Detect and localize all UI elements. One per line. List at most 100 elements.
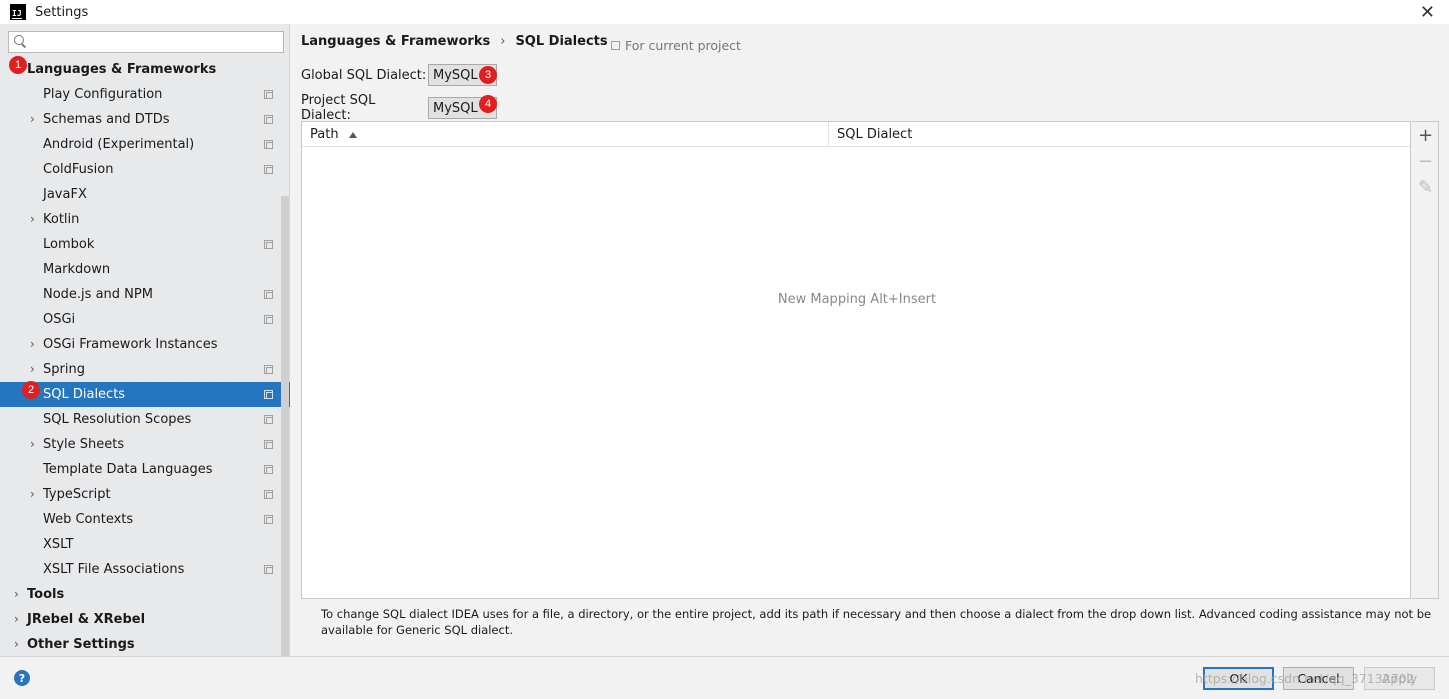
tree-item-label: XSLT [43,537,74,552]
project-dialect-row: Project SQL Dialect: MySQL [301,93,497,123]
project-scope-icon [264,515,273,524]
chevron-right-icon[interactable]: › [14,588,22,600]
tree-item-label: JavaFX [43,187,87,202]
tree-item-label: Style Sheets [43,437,125,452]
tree-item-sql-resolution-scopes[interactable]: SQL Resolution Scopes [0,407,280,432]
for-current-project-note: For current project [611,38,741,53]
title-bar: IJ Settings ✕ [0,0,1449,24]
breadcrumb-separator: › [500,34,506,49]
table-header: Path SQL Dialect [302,122,1410,147]
tree-item-markdown[interactable]: Markdown [0,257,280,282]
tree-item-sql-dialects[interactable]: SQL Dialects 2 [0,381,290,407]
tree-item-tools[interactable]: › Tools [0,582,280,607]
tree-item-label: Markdown [43,262,111,277]
empty-table-hint[interactable]: New Mapping Alt+Insert [302,292,1412,307]
global-dialect-label: Global SQL Dialect: [301,67,427,83]
project-scope-icon [264,315,273,324]
tree-item-label: Node.js and NPM [43,287,153,302]
tree-item-label: OSGi Framework Instances [43,337,218,352]
tree-item-label: ColdFusion [43,162,114,177]
project-scope-icon [264,390,273,399]
project-scope-icon [264,240,273,249]
watermark: https://blog.csdn.net/qq_37132702 [1195,671,1415,686]
settings-content: Languages & Frameworks › SQL Dialects Fo… [291,24,1449,656]
tree-item-kotlin[interactable]: › Kotlin [0,207,280,232]
project-scope-icon [264,440,273,449]
add-icon[interactable]: + [1412,122,1439,148]
project-scope-icon [264,90,273,99]
annotation-badge-3: 3 [479,66,497,84]
tree-item-languages-frameworks[interactable]: Languages & Frameworks 1 [0,56,280,82]
sidebar-scrollbar[interactable] [281,196,289,680]
sort-ascending-icon [348,131,357,138]
search-icon [14,35,30,49]
project-scope-icon [264,565,273,574]
chevron-right-icon[interactable]: › [30,488,38,500]
tree-item-template-data-languages[interactable]: Template Data Languages [0,457,280,482]
tree-item-other-settings[interactable]: › Other Settings [0,632,280,657]
chevron-right-icon[interactable]: › [30,213,38,225]
dialect-mapping-table: Path SQL Dialect New Mapping Alt+Insert [301,121,1411,599]
tree-item-label: Template Data Languages [43,462,213,477]
column-header-path[interactable]: Path [302,122,829,147]
tree-item-label: Spring [43,362,85,377]
tree-item-label: JRebel & XRebel [27,612,146,627]
tree-item-label: Kotlin [43,212,80,227]
dialog-button-bar: ? OK Cancel Apply https://blog.csdn.net/… [0,656,1449,699]
project-scope-icon [264,365,273,374]
tree-item-javafx[interactable]: JavaFX [0,182,280,207]
tree-item-android-experimental[interactable]: Android (Experimental) [0,132,280,157]
chevron-right-icon[interactable]: › [30,363,38,375]
tree-item-xslt[interactable]: XSLT [0,532,280,557]
tree-item-web-contexts[interactable]: Web Contexts [0,507,280,532]
tree-item-style-sheets[interactable]: › Style Sheets [0,432,280,457]
breadcrumb: Languages & Frameworks › SQL Dialects [301,34,608,49]
chevron-right-icon[interactable]: › [30,113,38,125]
global-dialect-row: Global SQL Dialect: MySQL [301,64,497,86]
chevron-right-icon[interactable]: › [30,338,38,350]
tree-item-lombok[interactable]: Lombok [0,232,280,257]
tree-item-label: Other Settings [27,637,135,652]
annotation-badge-4: 4 [479,95,497,113]
project-dialect-label: Project SQL Dialect: [301,93,376,123]
tree-item-label: SQL Dialects [43,387,126,402]
tree-item-label: Schemas and DTDs [43,112,170,127]
breadcrumb-parent[interactable]: Languages & Frameworks [301,34,490,49]
settings-tree: Languages & Frameworks 1 Play Configuratio… [0,56,290,657]
window-title: Settings [35,4,89,20]
project-scope-icon [264,490,273,499]
tree-item-jrebel-xrebel[interactable]: › JRebel & XRebel [0,607,280,632]
tree-item-coldfusion[interactable]: ColdFusion [0,157,280,182]
tree-item-node-js-and-npm[interactable]: Node.js and NPM [0,282,280,307]
edit-icon[interactable]: ✎ [1412,174,1439,200]
project-scope-icon [611,41,620,50]
tree-item-osgi[interactable]: OSGi [0,307,280,332]
help-icon[interactable]: ? [14,670,30,686]
project-scope-icon [264,465,273,474]
dialect-help-text: To change SQL dialect IDEA uses for a fi… [321,607,1432,637]
tree-item-spring[interactable]: › Spring [0,357,280,382]
tree-item-typescript[interactable]: › TypeScript [0,482,280,507]
chevron-right-icon[interactable]: › [30,438,38,450]
project-dialect-value: MySQL [433,100,478,116]
tree-item-label: Android (Experimental) [43,137,195,152]
tree-item-label: SQL Resolution Scopes [43,412,192,427]
annotation-badge-2: 2 [22,381,40,399]
chevron-right-icon[interactable]: › [14,638,22,650]
annotation-badge-1: 1 [9,56,27,74]
tree-item-play-configuration[interactable]: Play Configuration [0,82,280,107]
remove-icon[interactable]: − [1412,148,1439,174]
tree-item-label: Play Configuration [43,87,163,102]
close-icon[interactable]: ✕ [1420,2,1435,23]
project-scope-icon [264,115,273,124]
column-header-sql-dialect[interactable]: SQL Dialect [829,122,1412,147]
tree-item-xslt-file-associations[interactable]: XSLT File Associations [0,557,280,582]
search-input[interactable] [30,33,283,51]
settings-search[interactable] [8,31,284,53]
tree-item-schemas-and-dtds[interactable]: › Schemas and DTDs [0,107,280,132]
chevron-right-icon[interactable]: › [14,613,22,625]
project-scope-icon [264,165,273,174]
tree-item-label: TypeScript [43,487,111,502]
project-scope-icon [264,140,273,149]
tree-item-osgi-framework-instances[interactable]: › OSGi Framework Instances [0,332,280,357]
